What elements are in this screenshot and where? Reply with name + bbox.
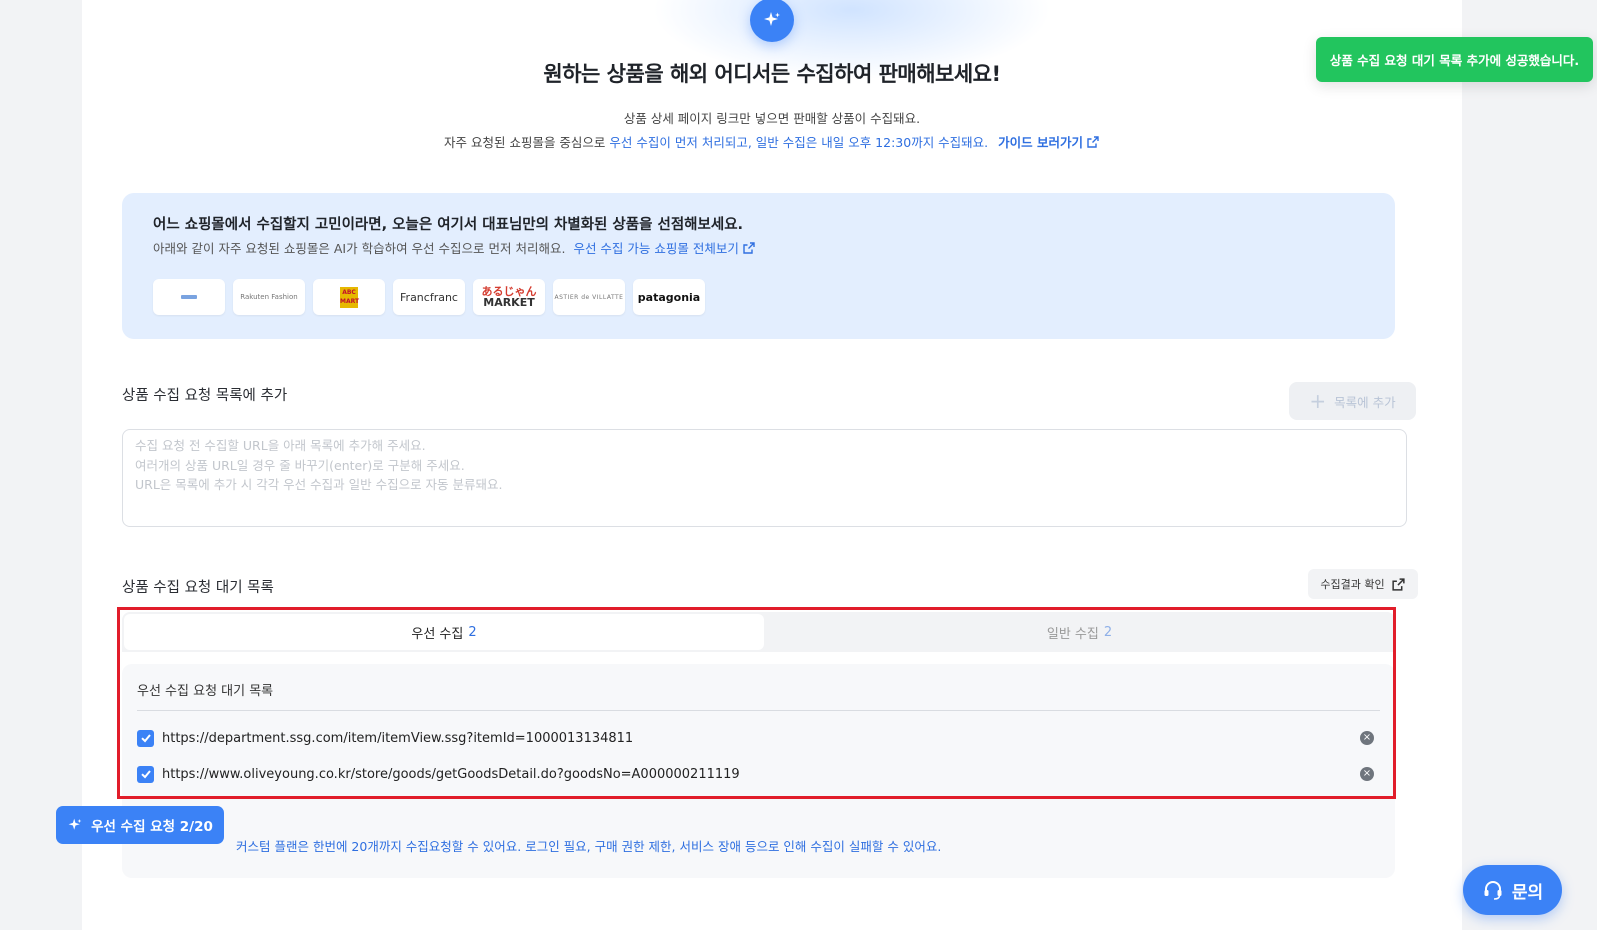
recommended-malls-box: 어느 쇼핑몰에서 수집할지 고민이라면, 오늘은 여기서 대표님만의 차별화된 …: [122, 193, 1395, 339]
mall-logo-patagonia[interactable]: patagonia: [633, 279, 705, 315]
main-page: 원하는 상품을 해외 어디서든 수집하여 판매해보세요! 상품 상세 페이지 링…: [82, 0, 1462, 930]
external-link-icon: [1087, 136, 1099, 148]
waitlist-title: 상품 수집 요청 대기 목록: [122, 580, 274, 596]
page-title: 원하는 상품을 해외 어디서든 수집하여 판매해보세요!: [543, 62, 1001, 86]
external-link-icon: [743, 242, 755, 254]
check-results-button[interactable]: 수집결과 확인: [1308, 569, 1418, 599]
inquiry-label: 문의: [1511, 882, 1544, 903]
plus-icon: +: [1309, 389, 1327, 413]
info-box-title: 어느 쇼핑몰에서 수집할지 고민이라면, 오늘은 여기서 대표님만의 차별화된 …: [153, 217, 744, 233]
view-all-malls-link[interactable]: 우선 수집 가능 쇼핑몰 전체보기: [573, 241, 755, 256]
external-link-icon: [1392, 577, 1405, 591]
guide-link-label: 가이드 보러가기: [998, 135, 1083, 150]
url-input[interactable]: [122, 429, 1407, 527]
hero-schedule-prefix: 자주 요청된 쇼핑몰을 중심으로: [444, 135, 606, 150]
headset-icon: [1484, 881, 1502, 900]
info-box-description: 아래와 같이 자주 요청된 쇼핑몰은 AI가 학습하여 우선 수집으로 먼저 처…: [153, 238, 756, 257]
sparkle-icon: [750, 0, 794, 42]
view-all-malls-label: 우선 수집 가능 쇼핑몰 전체보기: [573, 241, 739, 256]
hero-schedule-highlight: 우선 수집이 먼저 처리되고, 일반 수집은 내일 오후 12:30까지 수집돼…: [609, 135, 989, 150]
sparkle-icon: [68, 818, 82, 830]
add-to-list-label: 목록에 추가: [1334, 394, 1396, 410]
add-section-title: 상품 수집 요청 목록에 추가: [122, 388, 288, 404]
hero-schedule-note: 자주 요청된 쇼핑몰을 중심으로 우선 수집이 먼저 처리되고, 일반 수집은 …: [82, 132, 1462, 151]
mall-logo-list: Rakuten Fashion ABC MART Francfranc あるじゃ…: [153, 279, 705, 315]
info-box-desc-text: 아래와 같이 자주 요청된 쇼핑몰은 AI가 학습하여 우선 수집으로 먼저 처…: [153, 241, 566, 256]
hero-description: 상품 상세 페이지 링크만 넣으면 판매할 상품이 수집돼요.: [623, 111, 921, 126]
mall-logo-rakuten-fashion[interactable]: Rakuten Fashion: [233, 279, 305, 315]
mall-logo-aru-market[interactable]: あるじゃん MARKET: [473, 279, 545, 315]
mall-logo-francfranc[interactable]: Francfranc: [393, 279, 465, 315]
priority-request-button[interactable]: 우선 수집 요청 2/20: [56, 806, 224, 844]
check-results-label: 수집결과 확인: [1320, 578, 1385, 591]
highlight-box: [117, 607, 1396, 799]
mall-logo-abc-mart[interactable]: ABC MART: [313, 279, 385, 315]
mall-logo-astier[interactable]: ASTIER de VILLATTE: [553, 279, 625, 315]
priority-request-label: 우선 수집 요청 2/20: [91, 819, 213, 835]
add-to-list-button[interactable]: + 목록에 추가: [1289, 382, 1416, 420]
inquiry-button[interactable]: 문의: [1463, 865, 1562, 915]
request-note: 커스텀 플랜은 한번에 20개까지 수집요청할 수 있어요. 로그인 필요, 구…: [236, 839, 942, 854]
success-toast: 상품 수집 요청 대기 목록 추가에 성공했습니다.: [1316, 37, 1593, 82]
guide-link[interactable]: 가이드 보러가기: [998, 135, 1100, 150]
mall-logo-1[interactable]: [153, 279, 225, 315]
